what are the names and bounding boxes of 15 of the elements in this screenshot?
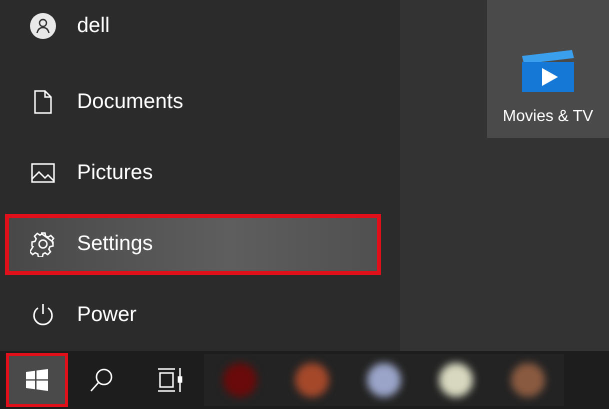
power-icon (31, 303, 55, 328)
task-view-icon (157, 367, 183, 393)
menu-item[interactable]: Settings (5, 214, 381, 275)
user-avatar-icon (30, 12, 56, 39)
menu-item[interactable]: Documents (5, 71, 381, 132)
menu-item[interactable]: Power (5, 284, 381, 346)
picture-icon (31, 162, 55, 183)
menu-item[interactable]: dell (5, 0, 381, 62)
search-icon (89, 367, 115, 393)
app-tile[interactable]: Movies & TV (487, 0, 609, 138)
settings-icon (30, 231, 56, 258)
menu-item[interactable]: Pictures (5, 142, 381, 204)
document-icon (34, 90, 52, 114)
start-button[interactable] (6, 353, 68, 407)
windows-logo-icon (25, 368, 49, 392)
